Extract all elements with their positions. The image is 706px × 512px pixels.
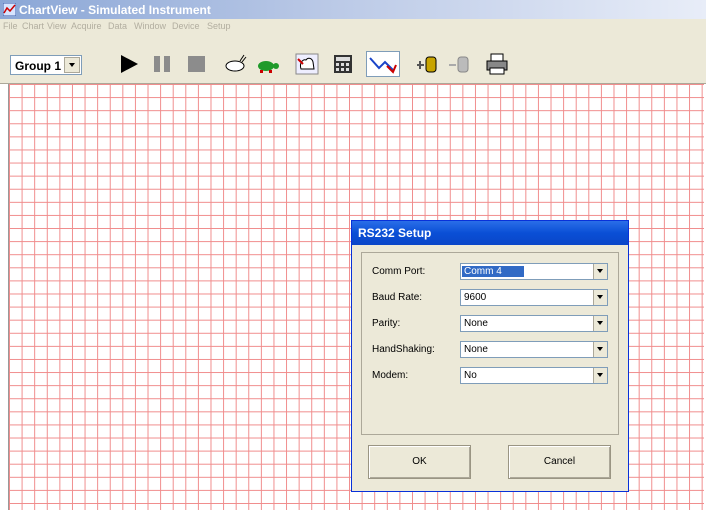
comm-port-value: Comm 4 — [462, 266, 524, 277]
play-icon — [121, 55, 138, 73]
dialog-title: RS232 Setup — [358, 226, 432, 240]
probe-icon — [417, 56, 437, 73]
settings-group: Comm Port: Comm 4 Baud Rate: 9600 Parity… — [361, 252, 619, 435]
pause-button[interactable] — [150, 51, 176, 77]
handshaking-select[interactable]: None — [460, 341, 608, 358]
title-bar[interactable]: ChartView - Simulated Instrument — [0, 0, 706, 19]
fast-button[interactable] — [222, 51, 248, 77]
baud-rate-select[interactable]: 9600 — [460, 289, 608, 306]
menu-setup[interactable]: Setup — [207, 21, 231, 31]
parity-select[interactable]: None — [460, 315, 608, 332]
group-select-value: Group 1 — [15, 59, 62, 73]
rs232-setup-dialog: RS232 Setup Comm Port: Comm 4 Baud Rate:… — [351, 220, 629, 492]
menu-bar: File Chart View Acquire Data Window Devi… — [0, 19, 706, 35]
menu-chart[interactable]: Chart — [22, 21, 44, 31]
play-button[interactable] — [116, 51, 142, 77]
chart-button[interactable] — [366, 51, 400, 77]
calculator-icon — [334, 55, 352, 73]
menu-device[interactable]: Device — [172, 21, 200, 31]
menu-file[interactable]: File — [3, 21, 18, 31]
slow-button[interactable] — [254, 51, 280, 77]
app-icon — [3, 3, 16, 16]
comm-port-select[interactable]: Comm 4 — [460, 263, 608, 280]
ok-button[interactable]: OK — [368, 445, 471, 479]
disconnect-icon — [449, 56, 469, 73]
handshaking-value: None — [464, 344, 488, 355]
comm-port-label: Comm Port: — [372, 266, 426, 277]
modem-value: No — [464, 370, 477, 381]
stop-icon — [188, 56, 205, 72]
chart-line-icon — [369, 57, 397, 74]
parity-row: Parity: None — [372, 315, 612, 335]
handshaking-row: HandShaking: None — [372, 341, 612, 361]
comm-port-row: Comm Port: Comm 4 — [372, 263, 612, 283]
pause-icon — [154, 56, 170, 72]
chevron-down-icon[interactable] — [593, 316, 607, 331]
printer-icon — [486, 53, 508, 75]
baud-rate-row: Baud Rate: 9600 — [372, 289, 612, 309]
calculator-button[interactable] — [330, 51, 356, 77]
modem-row: Modem: No — [372, 367, 612, 387]
rabbit-icon — [225, 54, 247, 72]
parity-label: Parity: — [372, 318, 401, 329]
modem-select[interactable]: No — [460, 367, 608, 384]
window-title: ChartView - Simulated Instrument — [19, 3, 211, 17]
stop-button[interactable] — [184, 51, 210, 77]
hand-icon — [295, 53, 319, 75]
menu-window[interactable]: Window — [134, 21, 166, 31]
baud-rate-label: Baud Rate: — [372, 292, 423, 303]
handshaking-label: HandShaking: — [372, 344, 435, 355]
disconnect-button[interactable] — [446, 51, 472, 77]
parity-value: None — [464, 318, 488, 329]
chevron-down-icon[interactable] — [64, 57, 80, 73]
cancel-button[interactable]: Cancel — [508, 445, 611, 479]
print-button[interactable] — [484, 51, 510, 77]
chevron-down-icon[interactable] — [593, 290, 607, 305]
menu-acquire[interactable]: Acquire — [71, 21, 102, 31]
toolbar: Group 1 — [0, 35, 706, 84]
turtle-icon — [258, 61, 279, 73]
group-select[interactable]: Group 1 — [10, 55, 82, 75]
chevron-down-icon[interactable] — [593, 342, 607, 357]
dialog-title-bar[interactable]: RS232 Setup — [352, 221, 628, 245]
baud-rate-value: 9600 — [464, 292, 487, 303]
probe-button[interactable] — [414, 51, 440, 77]
chevron-down-icon[interactable] — [593, 368, 607, 383]
menu-view[interactable]: View — [47, 21, 66, 31]
modem-label: Modem: — [372, 370, 409, 381]
hand-button[interactable] — [294, 51, 320, 77]
chevron-down-icon[interactable] — [593, 264, 607, 279]
menu-data[interactable]: Data — [108, 21, 127, 31]
